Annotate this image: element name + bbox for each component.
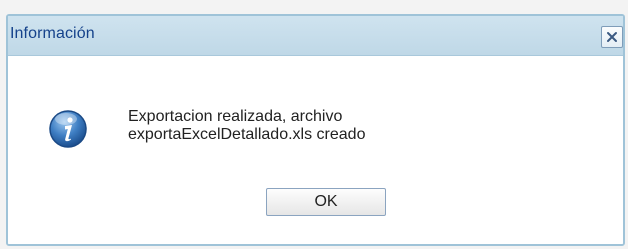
close-icon <box>606 31 618 43</box>
ok-button[interactable]: OK <box>266 188 386 216</box>
message-line-1: Exportacion realizada, archivo <box>128 108 343 125</box>
dialog-body: Exportacion realizada, archivo exportaEx… <box>8 56 623 244</box>
dialog-titlebar[interactable]: Información <box>8 16 623 56</box>
info-dialog: Información Exportacion realizada, archi… <box>6 14 625 246</box>
message-line-2: exportaExcelDetallado.xls creado <box>128 126 366 143</box>
info-icon <box>48 109 88 149</box>
dialog-message: Exportacion realizada, archivo exportaEx… <box>128 108 588 144</box>
dialog-title: Información <box>10 25 95 42</box>
close-button[interactable] <box>601 26 623 48</box>
